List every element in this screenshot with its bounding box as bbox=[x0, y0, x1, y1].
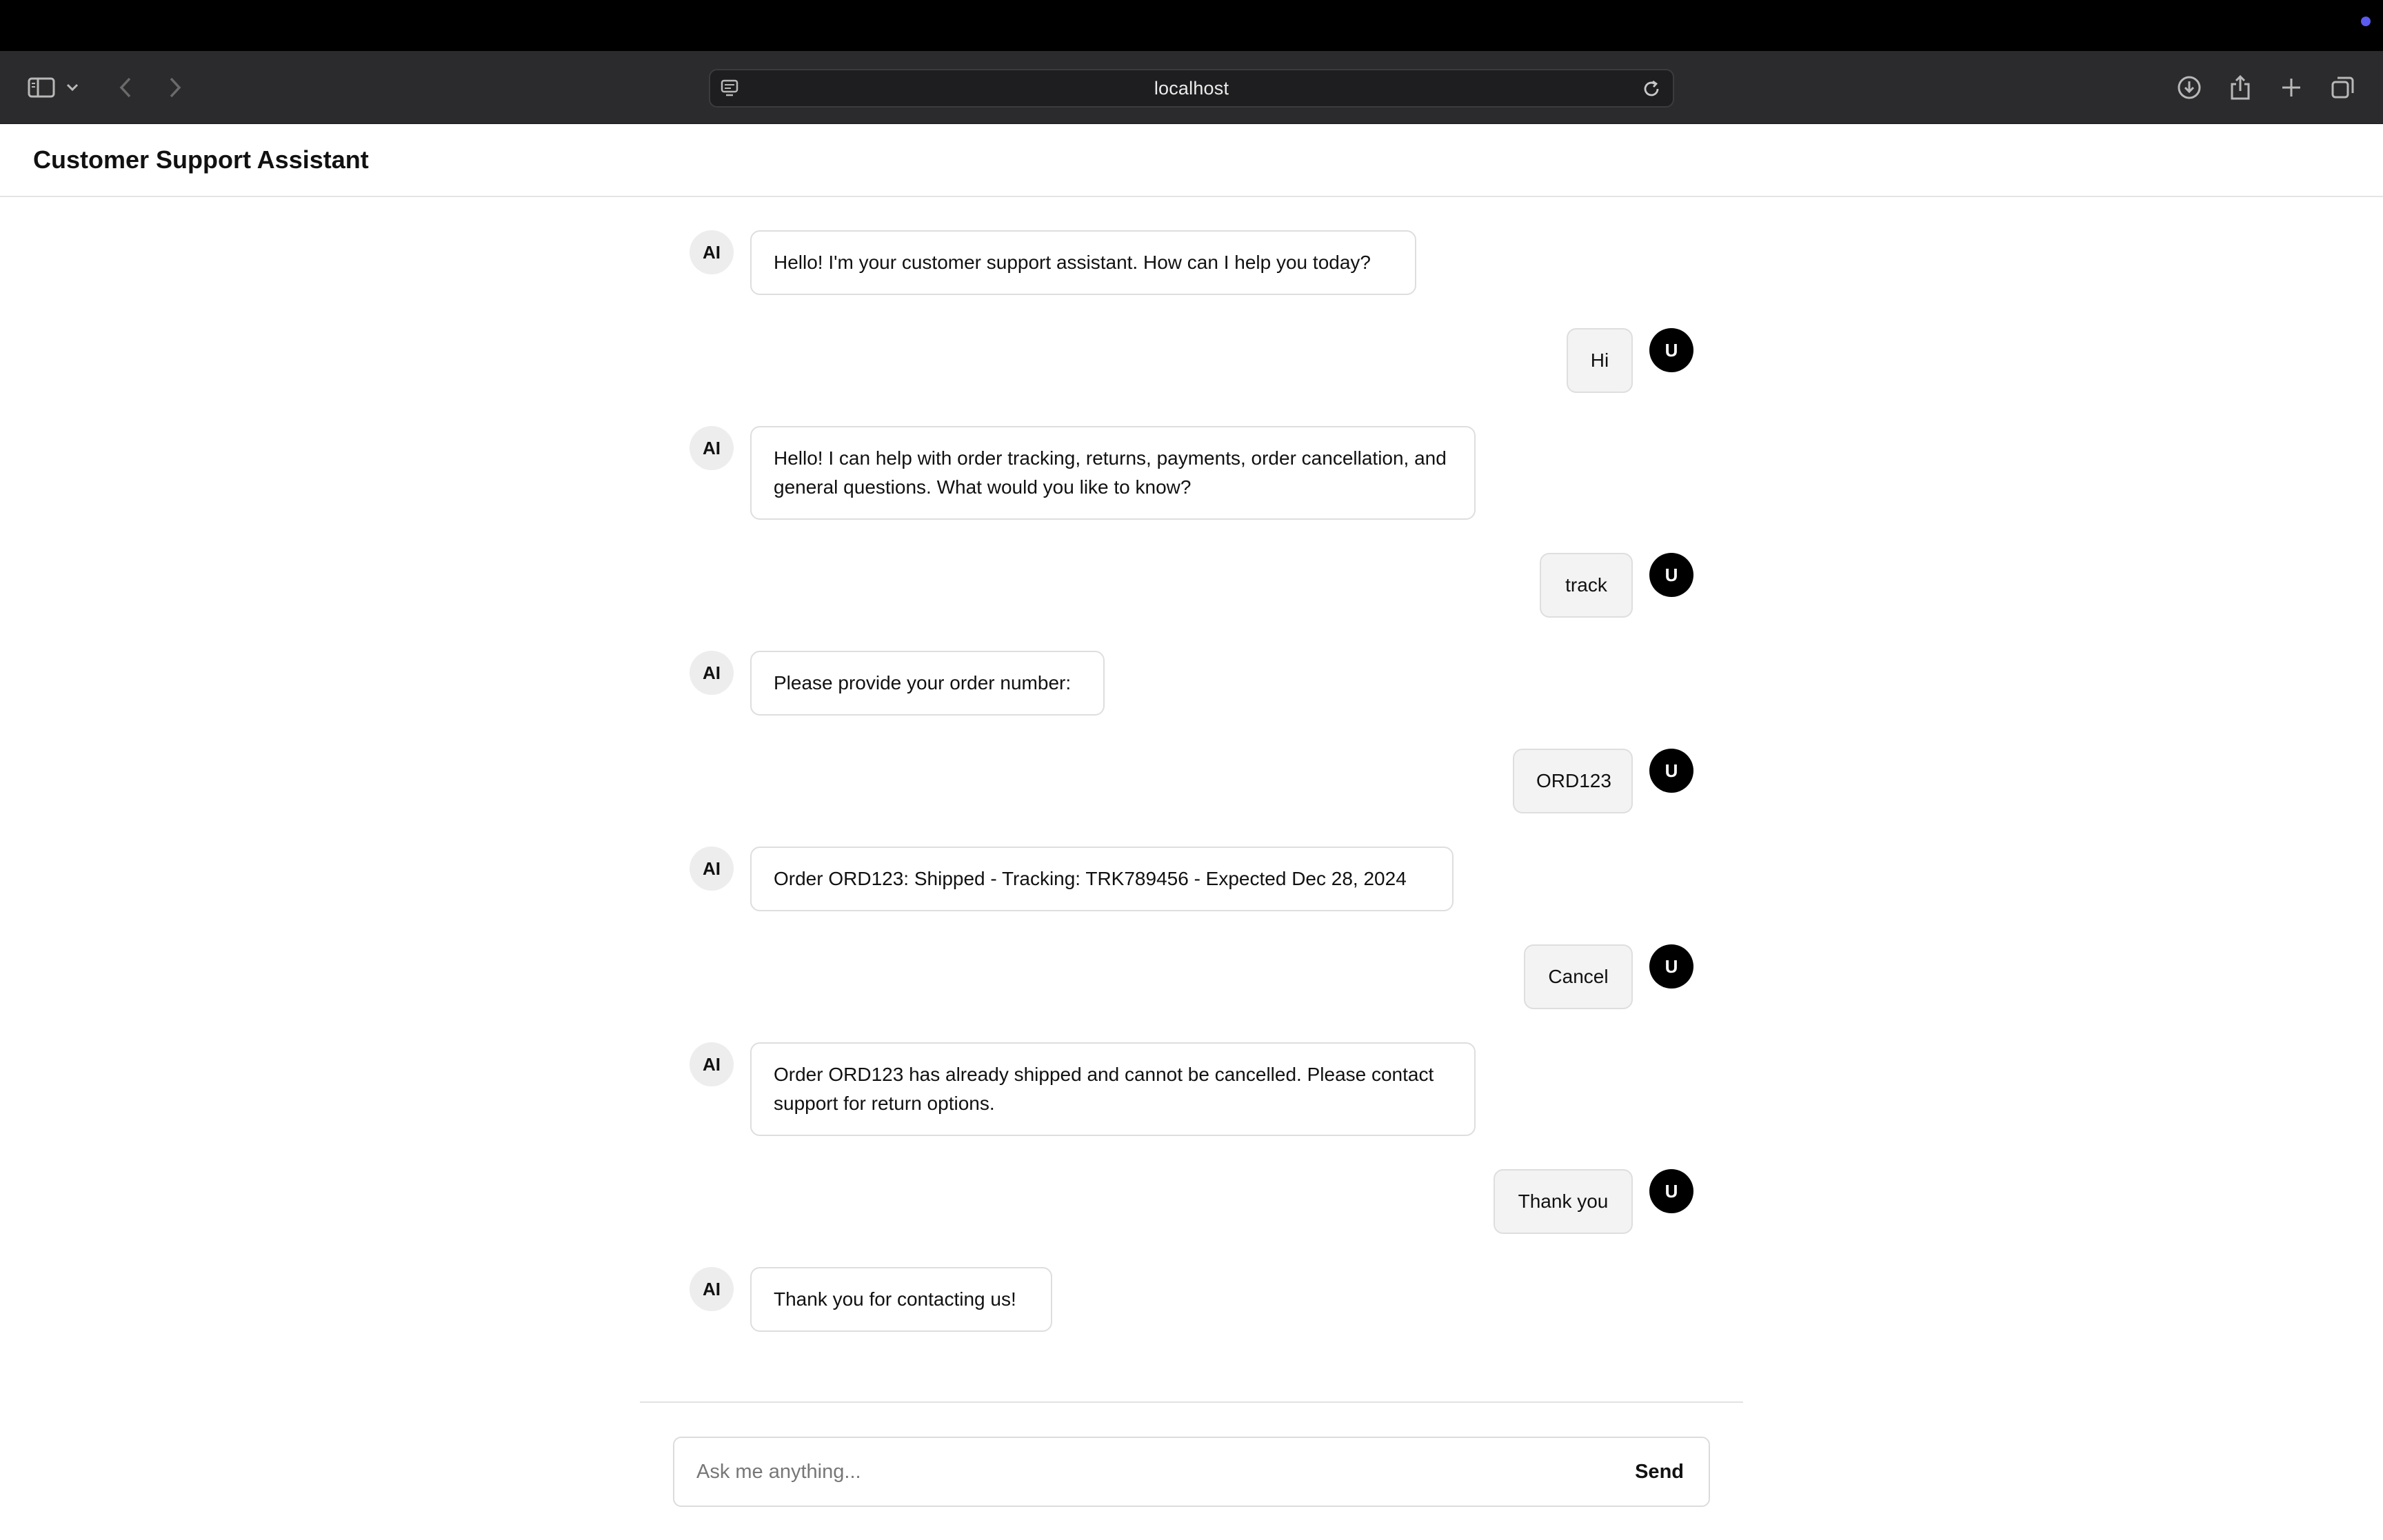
message-bubble: Hi bbox=[1567, 328, 1633, 393]
os-menu-bar bbox=[0, 0, 2383, 51]
sidebar-icon[interactable] bbox=[23, 70, 59, 105]
download-icon[interactable] bbox=[2171, 70, 2207, 105]
app-header: Customer Support Assistant bbox=[0, 124, 2383, 197]
user-avatar: U bbox=[1649, 944, 1693, 989]
ai-avatar: AI bbox=[690, 651, 734, 695]
ai-avatar: AI bbox=[690, 230, 734, 274]
ai-avatar: AI bbox=[690, 426, 734, 470]
composer-divider bbox=[640, 1401, 1743, 1403]
chevron-down-icon[interactable] bbox=[62, 70, 83, 105]
message-bubble: Thank you bbox=[1494, 1169, 1633, 1234]
message-bubble: Order ORD123 has already shipped and can… bbox=[750, 1042, 1476, 1136]
message-bubble: Please provide your order number: bbox=[750, 651, 1105, 716]
status-dot-icon bbox=[2361, 17, 2371, 26]
user-avatar: U bbox=[1649, 1169, 1693, 1213]
message-bubble: Cancel bbox=[1524, 944, 1633, 1009]
composer: Send bbox=[673, 1437, 1710, 1507]
message-bubble: Thank you for contacting us! bbox=[750, 1267, 1052, 1332]
message-bubble: Hello! I'm your customer support assista… bbox=[750, 230, 1416, 295]
ai-avatar: AI bbox=[690, 847, 734, 891]
forward-icon[interactable] bbox=[157, 70, 193, 105]
page-title: Customer Support Assistant bbox=[33, 145, 369, 174]
message-bubble: Hello! I can help with order tracking, r… bbox=[750, 426, 1476, 520]
address-bar[interactable]: localhost bbox=[709, 69, 1674, 108]
new-tab-icon[interactable] bbox=[2273, 70, 2309, 105]
ai-avatar: AI bbox=[690, 1042, 734, 1086]
browser-toolbar: localhost bbox=[0, 51, 2383, 124]
message-bubble: Order ORD123: Shipped - Tracking: TRK789… bbox=[750, 847, 1454, 911]
reload-icon[interactable] bbox=[1641, 79, 1662, 103]
send-button[interactable]: Send bbox=[1635, 1456, 1684, 1488]
chat-transcript[interactable]: AI Hello! I'm your customer support assi… bbox=[640, 197, 1743, 1401]
ai-avatar: AI bbox=[690, 1267, 734, 1311]
share-icon[interactable] bbox=[2222, 70, 2258, 105]
user-avatar: U bbox=[1649, 328, 1693, 372]
user-avatar: U bbox=[1649, 553, 1693, 597]
back-icon[interactable] bbox=[108, 70, 143, 105]
url-text: localhost bbox=[1154, 77, 1229, 99]
message-bubble: track bbox=[1540, 553, 1633, 618]
user-avatar: U bbox=[1649, 749, 1693, 793]
message-input[interactable] bbox=[674, 1438, 1536, 1506]
tabs-overview-icon[interactable] bbox=[2325, 70, 2361, 105]
message-bubble: ORD123 bbox=[1513, 749, 1633, 813]
page-icon bbox=[720, 79, 739, 101]
